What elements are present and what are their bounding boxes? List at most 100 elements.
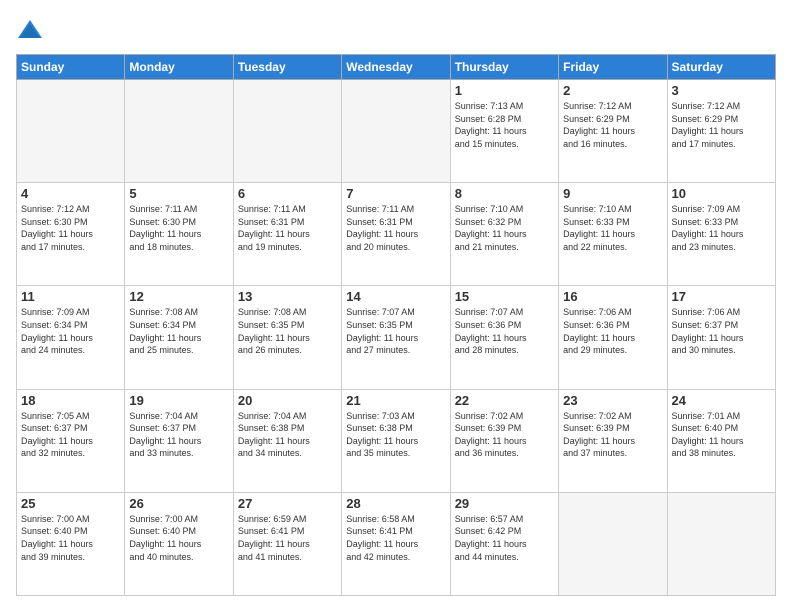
day-number: 15 xyxy=(455,289,554,304)
weekday-header: Thursday xyxy=(450,55,558,80)
day-number: 3 xyxy=(672,83,771,98)
day-number: 6 xyxy=(238,186,337,201)
day-info: Sunrise: 7:12 AM Sunset: 6:30 PM Dayligh… xyxy=(21,203,120,253)
day-info: Sunrise: 7:11 AM Sunset: 6:30 PM Dayligh… xyxy=(129,203,228,253)
calendar-cell: 6 Sunrise: 7:11 AM Sunset: 6:31 PM Daylig… xyxy=(233,183,341,286)
calendar-body: 1 Sunrise: 7:13 AM Sunset: 6:28 PM Daylig… xyxy=(17,80,776,596)
calendar-cell: 16 Sunrise: 7:06 AM Sunset: 6:36 PM Dayli… xyxy=(559,286,667,389)
day-info: Sunrise: 7:10 AM Sunset: 6:32 PM Dayligh… xyxy=(455,203,554,253)
day-info: Sunrise: 7:12 AM Sunset: 6:29 PM Dayligh… xyxy=(563,100,662,150)
calendar-cell xyxy=(559,492,667,595)
calendar-week-row: 11 Sunrise: 7:09 AM Sunset: 6:34 PM Dayli… xyxy=(17,286,776,389)
day-info: Sunrise: 7:01 AM Sunset: 6:40 PM Dayligh… xyxy=(672,410,771,460)
header xyxy=(16,16,776,44)
day-number: 25 xyxy=(21,496,120,511)
day-info: Sunrise: 7:03 AM Sunset: 6:38 PM Dayligh… xyxy=(346,410,445,460)
calendar-week-row: 18 Sunrise: 7:05 AM Sunset: 6:37 PM Dayli… xyxy=(17,389,776,492)
calendar-header-row: SundayMondayTuesdayWednesdayThursdayFrid… xyxy=(17,55,776,80)
day-number: 22 xyxy=(455,393,554,408)
calendar-cell: 3 Sunrise: 7:12 AM Sunset: 6:29 PM Daylig… xyxy=(667,80,775,183)
day-number: 4 xyxy=(21,186,120,201)
logo-icon xyxy=(16,16,44,44)
weekday-header: Wednesday xyxy=(342,55,450,80)
day-number: 27 xyxy=(238,496,337,511)
day-info: Sunrise: 7:13 AM Sunset: 6:28 PM Dayligh… xyxy=(455,100,554,150)
calendar-cell: 22Sunrise: 7:02 AM Sunset: 6:39 PM Dayli… xyxy=(450,389,558,492)
day-info: Sunrise: 7:11 AM Sunset: 6:31 PM Dayligh… xyxy=(238,203,337,253)
day-info: Sunrise: 6:59 AM Sunset: 6:41 PM Dayligh… xyxy=(238,513,337,563)
calendar-cell: 19 Sunrise: 7:04 AM Sunset: 6:37 PM Dayli… xyxy=(125,389,233,492)
calendar-cell xyxy=(125,80,233,183)
logo xyxy=(16,16,48,44)
day-number: 24 xyxy=(672,393,771,408)
calendar-cell: 5 Sunrise: 7:11 AM Sunset: 6:30 PM Daylig… xyxy=(125,183,233,286)
day-number: 19 xyxy=(129,393,228,408)
weekday-header: Monday xyxy=(125,55,233,80)
calendar: SundayMondayTuesdayWednesdayThursdayFrid… xyxy=(16,54,776,596)
day-info: Sunrise: 7:07 AM Sunset: 6:35 PM Dayligh… xyxy=(346,306,445,356)
day-number: 1 xyxy=(455,83,554,98)
day-info: Sunrise: 7:08 AM Sunset: 6:34 PM Dayligh… xyxy=(129,306,228,356)
weekday-header: Saturday xyxy=(667,55,775,80)
calendar-week-row: 25 Sunrise: 7:00 AM Sunset: 6:40 PM Dayli… xyxy=(17,492,776,595)
day-info: Sunrise: 6:57 AM Sunset: 6:42 PM Dayligh… xyxy=(455,513,554,563)
calendar-cell: 15 Sunrise: 7:07 AM Sunset: 6:36 PM Dayli… xyxy=(450,286,558,389)
day-number: 18 xyxy=(21,393,120,408)
day-info: Sunrise: 7:06 AM Sunset: 6:37 PM Dayligh… xyxy=(672,306,771,356)
calendar-cell: 25 Sunrise: 7:00 AM Sunset: 6:40 PM Dayli… xyxy=(17,492,125,595)
calendar-week-row: 1 Sunrise: 7:13 AM Sunset: 6:28 PM Daylig… xyxy=(17,80,776,183)
day-number: 5 xyxy=(129,186,228,201)
day-number: 28 xyxy=(346,496,445,511)
weekday-header: Tuesday xyxy=(233,55,341,80)
day-number: 16 xyxy=(563,289,662,304)
calendar-cell: 9 Sunrise: 7:10 AM Sunset: 6:33 PM Daylig… xyxy=(559,183,667,286)
day-info: Sunrise: 7:04 AM Sunset: 6:37 PM Dayligh… xyxy=(129,410,228,460)
calendar-cell xyxy=(17,80,125,183)
day-number: 2 xyxy=(563,83,662,98)
calendar-cell: 18 Sunrise: 7:05 AM Sunset: 6:37 PM Dayli… xyxy=(17,389,125,492)
day-number: 10 xyxy=(672,186,771,201)
day-info: Sunrise: 7:10 AM Sunset: 6:33 PM Dayligh… xyxy=(563,203,662,253)
day-info: Sunrise: 7:09 AM Sunset: 6:34 PM Dayligh… xyxy=(21,306,120,356)
day-number: 11 xyxy=(21,289,120,304)
day-number: 9 xyxy=(563,186,662,201)
calendar-week-row: 4 Sunrise: 7:12 AM Sunset: 6:30 PM Daylig… xyxy=(17,183,776,286)
calendar-cell: 29 Sunrise: 6:57 AM Sunset: 6:42 PM Dayli… xyxy=(450,492,558,595)
day-info: Sunrise: 7:06 AM Sunset: 6:36 PM Dayligh… xyxy=(563,306,662,356)
day-number: 12 xyxy=(129,289,228,304)
calendar-cell: 26 Sunrise: 7:00 AM Sunset: 6:40 PM Dayli… xyxy=(125,492,233,595)
calendar-cell: 20 Sunrise: 7:04 AM Sunset: 6:38 PM Dayli… xyxy=(233,389,341,492)
calendar-cell: 4 Sunrise: 7:12 AM Sunset: 6:30 PM Daylig… xyxy=(17,183,125,286)
calendar-cell: 11 Sunrise: 7:09 AM Sunset: 6:34 PM Dayli… xyxy=(17,286,125,389)
day-info: Sunrise: 7:12 AM Sunset: 6:29 PM Dayligh… xyxy=(672,100,771,150)
day-info: Sunrise: 7:00 AM Sunset: 6:40 PM Dayligh… xyxy=(129,513,228,563)
weekday-header: Sunday xyxy=(17,55,125,80)
day-info: Sunrise: 7:05 AM Sunset: 6:37 PM Dayligh… xyxy=(21,410,120,460)
day-number: 8 xyxy=(455,186,554,201)
calendar-cell: 28 Sunrise: 6:58 AM Sunset: 6:41 PM Dayli… xyxy=(342,492,450,595)
calendar-cell: 21Sunrise: 7:03 AM Sunset: 6:38 PM Dayli… xyxy=(342,389,450,492)
calendar-cell: 8 Sunrise: 7:10 AM Sunset: 6:32 PM Daylig… xyxy=(450,183,558,286)
weekday-header: Friday xyxy=(559,55,667,80)
day-number: 17 xyxy=(672,289,771,304)
day-info: Sunrise: 6:58 AM Sunset: 6:41 PM Dayligh… xyxy=(346,513,445,563)
calendar-cell: 27 Sunrise: 6:59 AM Sunset: 6:41 PM Dayli… xyxy=(233,492,341,595)
calendar-cell: 23Sunrise: 7:02 AM Sunset: 6:39 PM Dayli… xyxy=(559,389,667,492)
day-number: 13 xyxy=(238,289,337,304)
day-info: Sunrise: 7:04 AM Sunset: 6:38 PM Dayligh… xyxy=(238,410,337,460)
day-info: Sunrise: 7:09 AM Sunset: 6:33 PM Dayligh… xyxy=(672,203,771,253)
day-number: 26 xyxy=(129,496,228,511)
day-info: Sunrise: 7:11 AM Sunset: 6:31 PM Dayligh… xyxy=(346,203,445,253)
calendar-cell: 13Sunrise: 7:08 AM Sunset: 6:35 PM Dayli… xyxy=(233,286,341,389)
day-info: Sunrise: 7:07 AM Sunset: 6:36 PM Dayligh… xyxy=(455,306,554,356)
calendar-cell: 7Sunrise: 7:11 AM Sunset: 6:31 PM Daylig… xyxy=(342,183,450,286)
calendar-cell: 2 Sunrise: 7:12 AM Sunset: 6:29 PM Daylig… xyxy=(559,80,667,183)
calendar-cell xyxy=(667,492,775,595)
day-number: 29 xyxy=(455,496,554,511)
day-number: 23 xyxy=(563,393,662,408)
day-number: 20 xyxy=(238,393,337,408)
calendar-cell xyxy=(233,80,341,183)
calendar-cell: 14Sunrise: 7:07 AM Sunset: 6:35 PM Dayli… xyxy=(342,286,450,389)
calendar-cell: 24 Sunrise: 7:01 AM Sunset: 6:40 PM Dayli… xyxy=(667,389,775,492)
day-info: Sunrise: 7:00 AM Sunset: 6:40 PM Dayligh… xyxy=(21,513,120,563)
